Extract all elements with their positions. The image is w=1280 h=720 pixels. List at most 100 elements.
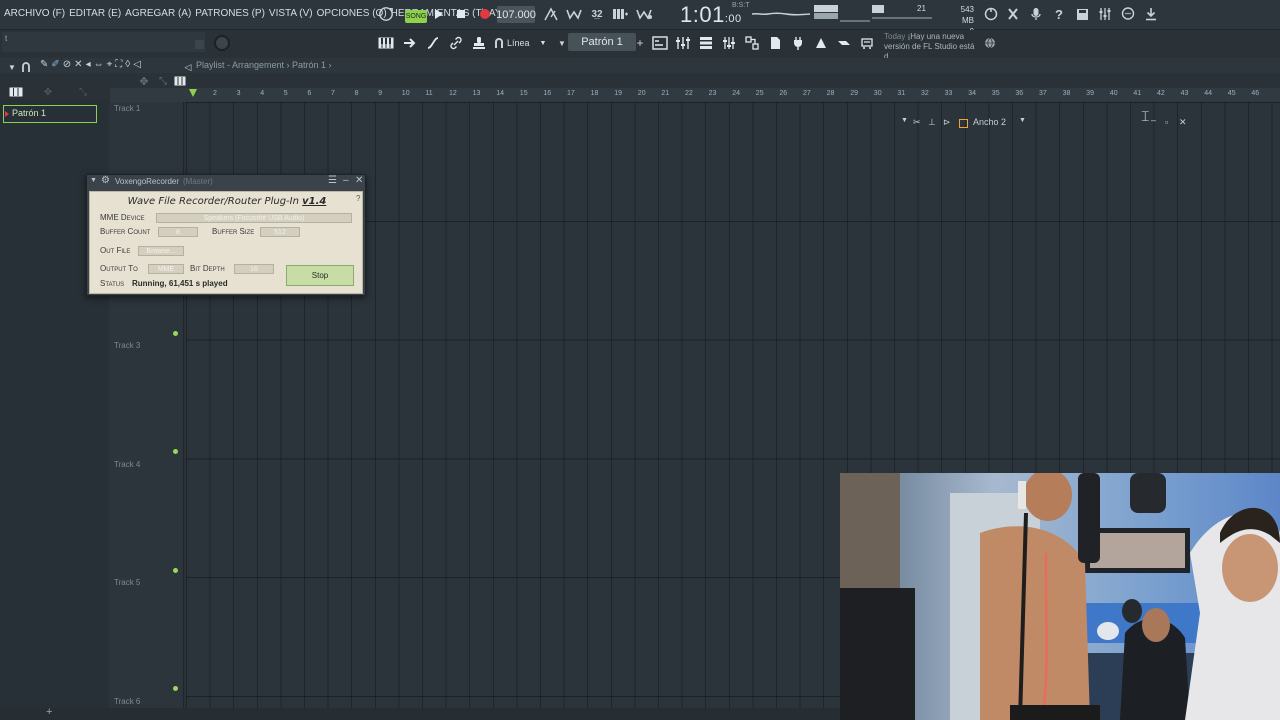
select-icon[interactable]: ⌖ [107, 59, 113, 73]
speaker-icon[interactable]: ◁ [133, 59, 141, 73]
track-led[interactable] [173, 568, 178, 573]
floating-chevron-down-icon[interactable]: ▼ [1019, 117, 1026, 124]
piano-roll-icon[interactable] [721, 35, 737, 51]
playlist-snap-magnet-icon[interactable] [18, 59, 34, 75]
song-time-fraction: :00 [724, 13, 742, 25]
stop-icon[interactable] [453, 6, 469, 22]
piano-keys-icon[interactable] [378, 35, 394, 51]
bit-depth-field[interactable]: 16 [234, 264, 274, 274]
draw-pencil-icon[interactable]: ✎ [40, 59, 48, 73]
song-mode-button[interactable]: SONG [405, 10, 427, 23]
pattern-selector[interactable]: Patrón 1 [568, 33, 636, 51]
resize-icon[interactable]: ⤡ [155, 73, 171, 89]
output-to-field[interactable]: MME [148, 264, 184, 274]
track-label[interactable]: Track 3 [114, 341, 140, 350]
step-edit-icon[interactable] [612, 6, 628, 22]
menu-archivo[interactable]: ARCHIVO (F) [4, 8, 65, 19]
zoom-icon[interactable]: ⛶ [115, 59, 122, 73]
play-icon[interactable] [431, 6, 447, 22]
metronome-icon[interactable] [543, 6, 559, 22]
cable-icon[interactable] [425, 35, 441, 51]
plugin-options-icon[interactable]: ☰ [328, 175, 337, 186]
browser-icon[interactable] [744, 35, 760, 51]
touch-controller-icon[interactable] [813, 35, 829, 51]
gesture-icon[interactable] [836, 35, 852, 51]
plugin-minimize-icon[interactable]: – [343, 175, 349, 186]
browse-button[interactable]: Browse... [138, 246, 184, 256]
buffer-size-label: Buffer Size [212, 227, 255, 236]
playlist-icon[interactable] [652, 35, 668, 51]
help-icon[interactable]: ? [1051, 6, 1067, 22]
mixer-fx-icon[interactable] [1005, 6, 1021, 22]
track-label[interactable]: Track 6 [114, 697, 140, 706]
channel-rack-icon[interactable] [698, 35, 714, 51]
menu-vista[interactable]: VISTA (V) [269, 8, 313, 19]
menu-editar[interactable]: EDITAR (E) [69, 8, 121, 19]
slip-icon[interactable]: ◂ [86, 59, 91, 73]
save-icon[interactable] [1074, 6, 1090, 22]
arrow-right-icon[interactable] [402, 35, 418, 51]
tool-step-icon[interactable]: ⊳ [943, 117, 951, 128]
tempo-display[interactable]: 107.000 [496, 6, 536, 23]
picker-piano-icon[interactable] [8, 84, 24, 100]
bottom-add-icon[interactable]: + [46, 706, 52, 718]
playlist-piano-icon[interactable] [172, 73, 188, 89]
menu-patrones[interactable]: PATRONES (P) [195, 8, 265, 19]
shop-cart-icon[interactable] [859, 35, 875, 51]
pattern-picker-item[interactable]: Patrón 1 [3, 105, 97, 123]
add-pattern-icon[interactable]: + [632, 35, 648, 51]
color-swatch-icon[interactable] [959, 119, 968, 128]
menu-opciones[interactable]: OPCIONES (O) [317, 8, 387, 19]
file-icon[interactable] [767, 35, 783, 51]
blend-notes-icon[interactable] [636, 6, 652, 22]
track-led[interactable] [173, 331, 178, 336]
scrub-icon[interactable]: ◊ [125, 59, 130, 73]
delete-icon[interactable]: ⊘ [63, 59, 71, 73]
minimize-icon[interactable]: – [1151, 115, 1156, 125]
slice-icon[interactable]: ⇔ [94, 59, 104, 73]
plugin-close-icon[interactable]: ✕ [355, 175, 363, 186]
mme-device-select[interactable]: Speakers (Focusrite USB Audio) [156, 213, 352, 223]
maximize-icon[interactable]: ▫ [1165, 117, 1168, 127]
move-arrows-icon[interactable]: ✥ [136, 73, 152, 89]
wait-input-icon[interactable] [566, 6, 582, 22]
recorder-help-icon[interactable]: ? [356, 194, 360, 203]
buffer-size-field[interactable]: 512 [260, 227, 300, 237]
loop-record-icon[interactable] [378, 6, 394, 22]
plugin-menu-arrow-icon[interactable]: ▼ [90, 177, 97, 184]
window-menu-arrow-icon[interactable]: ▼ [901, 117, 908, 124]
download-icon[interactable] [1143, 6, 1159, 22]
ruler-bar-number: 32 [921, 90, 929, 97]
plugin-plug-icon[interactable] [790, 35, 806, 51]
plugin-titlebar[interactable]: ▼ ⚙ VoxengoRecorder (Master) ☰ – ✕ [87, 175, 365, 189]
stamp-icon[interactable] [471, 35, 487, 51]
record-icon[interactable] [477, 6, 493, 22]
buffer-count-field[interactable]: 8 [158, 227, 198, 237]
countdown-icon[interactable]: 3̲2 [589, 6, 605, 22]
track-led[interactable] [173, 686, 178, 691]
mixer-sliders-icon[interactable] [1097, 6, 1113, 22]
mute-icon[interactable]: ✕ [74, 59, 82, 73]
picker-resize-icon[interactable]: ⤡ [75, 84, 91, 100]
track-led[interactable] [173, 449, 178, 454]
mixer-icon[interactable] [675, 35, 691, 51]
stop-button[interactable]: Stop [286, 265, 354, 286]
master-pitch-slider[interactable] [840, 20, 870, 22]
close-icon[interactable]: ✕ [1179, 117, 1187, 128]
track-label[interactable]: Track 1 [114, 104, 140, 113]
chat-icon[interactable] [1120, 6, 1136, 22]
plugin-gear-icon[interactable]: ⚙ [101, 175, 110, 186]
microphone-icon[interactable] [1028, 6, 1044, 22]
undo-history-icon[interactable] [983, 6, 999, 22]
menu-agregar[interactable]: AGREGAR (A) [125, 8, 191, 19]
picker-move-icon[interactable]: ✥ [40, 84, 56, 100]
main-volume-knob[interactable] [214, 35, 230, 51]
track-label[interactable]: Track 5 [114, 578, 140, 587]
globe-icon[interactable] [982, 35, 998, 51]
paint-brush-icon[interactable]: ✐ [51, 59, 59, 73]
snap-dropdown[interactable]: Línea ▼ [507, 36, 549, 50]
tool-scissors-icon[interactable]: ✂ [913, 117, 921, 128]
track-label[interactable]: Track 4 [114, 460, 140, 469]
tool-anchor-icon[interactable]: ⊥ [928, 117, 936, 128]
link-icon[interactable] [448, 35, 464, 51]
